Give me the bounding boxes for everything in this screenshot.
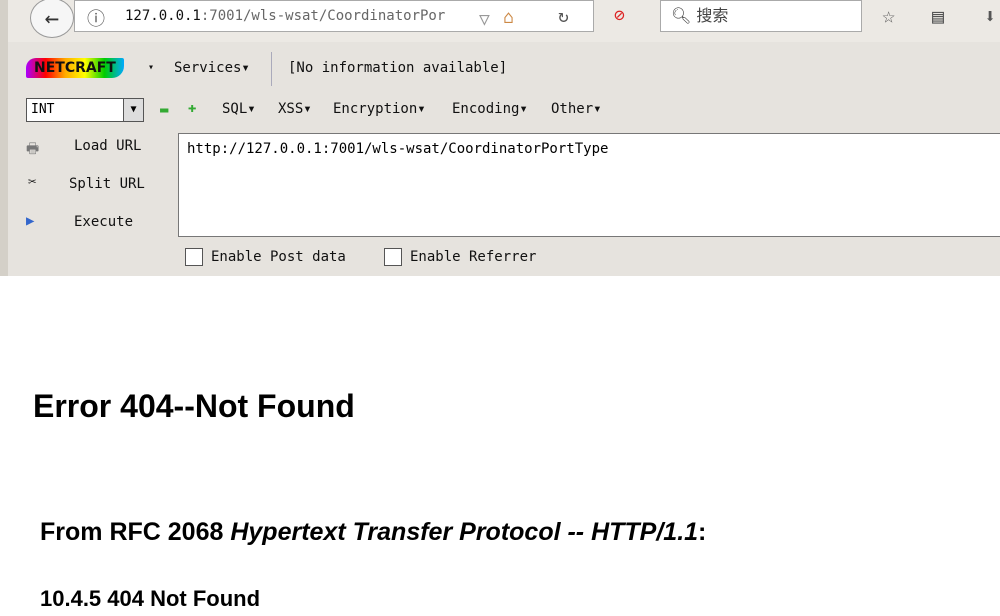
url-host: 127.0.0.1 — [125, 8, 201, 24]
menu-xss[interactable]: XSS▾ — [278, 101, 312, 117]
section-heading: 10.4.5 404 Not Found — [40, 586, 261, 611]
enable-post-label: Enable Post data — [211, 249, 346, 265]
search-placeholder: 搜索 — [696, 6, 729, 25]
divider — [271, 52, 272, 86]
subtitle-italic: Hypertext Transfer Protocol -- HTTP/1.1 — [230, 518, 699, 546]
checkbox[interactable] — [185, 248, 203, 266]
subtitle-suffix: : — [698, 518, 707, 546]
netcraft-logo[interactable]: NETCRAFT — [26, 58, 124, 78]
enable-referrer-label: Enable Referrer — [410, 249, 537, 265]
site-info: [No information available] — [288, 60, 508, 76]
url-rest: :7001/wls-wsat/CoordinatorPor — [200, 8, 446, 24]
menu-encoding[interactable]: Encoding▾ — [452, 101, 528, 117]
search-input[interactable]: 🔍︎ 搜索 — [660, 0, 862, 32]
blocked-addon-icon[interactable]: ⊘ — [614, 5, 625, 26]
info-icon[interactable]: ⓘ — [87, 5, 105, 35]
search-icon: 🔍︎ — [671, 6, 692, 25]
menu-other[interactable]: Other▾ — [551, 101, 602, 117]
reload-icon[interactable]: ↻ — [558, 6, 569, 27]
home-icon[interactable]: ⌂ — [503, 3, 514, 33]
download-icon[interactable]: ⬇ — [984, 4, 996, 28]
chevron-down-icon[interactable]: ▼ — [123, 99, 143, 121]
bookmark-star-icon[interactable]: ☆ — [882, 4, 895, 29]
nav-bar: ← ⓘ 127.0.0.1:7001/wls-wsat/CoordinatorPo… — [8, 0, 1000, 42]
menu-encryption[interactable]: Encryption▾ — [333, 101, 426, 117]
dropdown-icon[interactable]: ▽ — [479, 5, 490, 35]
back-button[interactable]: ← — [30, 0, 74, 38]
netcraft-menu-arrow[interactable]: ▾ — [148, 62, 154, 73]
split-url-icon[interactable]: ✂ — [28, 174, 36, 190]
enable-referrer-checkbox[interactable]: Enable Referrer — [384, 248, 536, 266]
split-url-button[interactable]: Split URL — [69, 176, 145, 192]
browser-chrome: ← ⓘ 127.0.0.1:7001/wls-wsat/CoordinatorPo… — [0, 0, 1000, 276]
page-title: Error 404--Not Found — [33, 388, 355, 424]
address-bar[interactable]: ⓘ 127.0.0.1:7001/wls-wsat/CoordinatorPor ▽… — [74, 0, 594, 32]
page-subtitle: From RFC 2068 Hypertext Transfer Protoco… — [40, 518, 706, 547]
load-url-button[interactable]: Load URL — [74, 138, 141, 154]
plus-icon[interactable]: ✚ — [188, 100, 196, 116]
checkbox[interactable] — [384, 248, 402, 266]
execute-button[interactable]: Execute — [74, 214, 133, 230]
menu-sql[interactable]: SQL▾ — [222, 101, 256, 117]
services-menu[interactable]: Services▾ — [174, 60, 250, 76]
execute-icon[interactable]: ▶ — [26, 213, 34, 229]
type-select[interactable]: INT ▼ — [26, 98, 144, 122]
subtitle-prefix: From RFC 2068 — [40, 518, 231, 546]
select-value: INT — [31, 102, 55, 117]
reading-list-icon[interactable]: ▤ — [932, 4, 944, 28]
url-textarea[interactable]: http://127.0.0.1:7001/wls-wsat/Coordinat… — [178, 133, 1000, 237]
enable-post-checkbox[interactable]: Enable Post data — [185, 248, 346, 266]
load-url-icon[interactable]: 🖶︎ — [26, 138, 39, 162]
minus-icon[interactable]: ▬ — [160, 102, 168, 118]
